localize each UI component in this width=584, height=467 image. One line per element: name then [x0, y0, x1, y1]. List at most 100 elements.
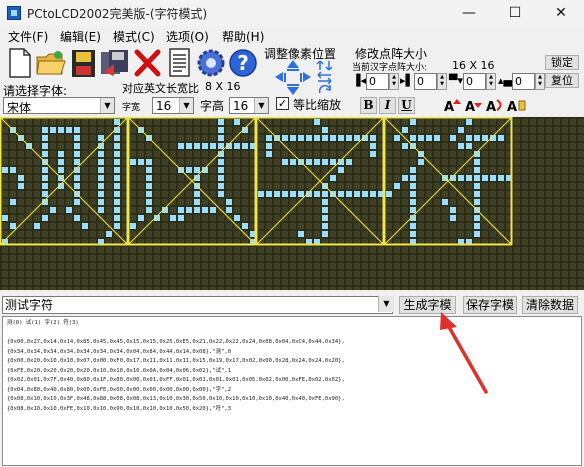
rotate-text-icon[interactable]: A: [485, 96, 505, 115]
spin-updown-icon[interactable]: ▲ ▼: [535, 73, 545, 90]
lcd-pixel-off: [234, 255, 240, 261]
lcd-pixel-off: [490, 255, 496, 261]
font-increase-icon[interactable]: A: [443, 96, 463, 115]
maximize-button[interactable]: ☐: [492, 0, 538, 26]
lcd-pixel-off: [362, 151, 368, 157]
bold-button[interactable]: B: [360, 97, 377, 114]
lcd-pixel-off: [194, 247, 200, 253]
lcd-pixel-off: [322, 247, 328, 253]
height-top-value[interactable]: 0: [463, 73, 486, 90]
lcd-pixel-off: [50, 143, 56, 149]
menu-mode[interactable]: 模式(C): [113, 28, 155, 45]
settings-gear-icon[interactable]: [195, 46, 228, 80]
chevron-down-icon[interactable]: ▼: [100, 98, 114, 113]
lcd-pixel-off: [274, 151, 280, 157]
lcd-pixel-off: [474, 263, 480, 269]
reset-button[interactable]: 复位: [545, 73, 579, 88]
char-height-select[interactable]: 16 ▼: [229, 97, 269, 114]
close-button[interactable]: ✕: [538, 0, 584, 26]
menu-options[interactable]: 选项(O): [166, 28, 209, 45]
input-dropdown[interactable]: ▼: [376, 296, 394, 314]
italic-button[interactable]: I: [379, 97, 396, 114]
width-left-value[interactable]: 0: [366, 73, 389, 90]
lcd-pixel-on: [234, 143, 240, 149]
lcd-pixel-off: [258, 207, 264, 213]
lcd-pixel-on: [114, 135, 120, 141]
delete-icon[interactable]: [131, 46, 164, 80]
spin-updown-icon[interactable]: ▲ ▼: [389, 73, 399, 90]
document-icon[interactable]: [163, 46, 196, 80]
lcd-pixel-off: [234, 191, 240, 197]
open-folder-icon[interactable]: [34, 46, 67, 80]
lcd-pixel-on: [434, 135, 440, 141]
lcd-pixel-off: [18, 255, 24, 261]
height-top-spinner[interactable]: ▀▾ 0 ▲ ▼: [449, 73, 499, 90]
lcd-pixel-off: [546, 279, 552, 285]
lcd-pixel-off: [442, 263, 448, 269]
lcd-pixel-off: [506, 279, 512, 285]
lcd-pixel-off: [570, 191, 576, 197]
menu-file[interactable]: 文件(F): [8, 28, 48, 45]
help-icon[interactable]: ?: [227, 46, 260, 80]
lcd-pixel-off: [314, 215, 320, 221]
lcd-pixel-off: [538, 255, 544, 261]
lcd-pixel-off: [146, 231, 152, 237]
output-line: {0x08,0x10,0x10,0xFE,0x10,0x10,0x90,0x10…: [7, 405, 232, 412]
lcd-pixel-off: [410, 159, 416, 165]
lcd-pixel-off: [514, 199, 520, 205]
chevron-down-icon[interactable]: ▼: [179, 98, 193, 113]
lcd-pixel-off: [66, 143, 72, 149]
save-as-icon[interactable]: [98, 46, 131, 80]
chevron-down-icon[interactable]: ▼: [254, 98, 268, 113]
font-family-select[interactable]: 宋体 ▼: [3, 97, 115, 115]
lock-button[interactable]: 锁定: [545, 55, 579, 70]
lcd-pixel-on: [410, 175, 416, 181]
width-left-spinner[interactable]: ▐◂ 0 ▲ ▼: [352, 73, 402, 90]
lcd-pixel-off: [578, 127, 584, 133]
lcd-pixel-off: [234, 175, 240, 181]
lcd-pixel-off: [394, 255, 400, 261]
clear-data-button[interactable]: 清除数据: [522, 296, 578, 314]
lcd-pixel-off: [482, 231, 488, 237]
lcd-pixel-off: [202, 279, 208, 285]
underline-button[interactable]: U: [398, 97, 415, 114]
lcd-pixel-off: [386, 287, 392, 290]
lcd-pixel-off: [178, 287, 184, 290]
move-down-icon[interactable]: [284, 83, 302, 96]
menu-help[interactable]: 帮助(H): [222, 28, 264, 45]
mirror-text-icon[interactable]: A: [506, 96, 526, 115]
lcd-pixel-off: [538, 247, 544, 253]
chevron-down-icon[interactable]: ▼: [378, 296, 394, 312]
lcd-pixel-off: [498, 271, 504, 277]
lcd-pixel-off: [514, 151, 520, 157]
lcd-pixel-off: [290, 119, 296, 125]
lcd-pixel-on: [178, 207, 184, 213]
font-decrease-icon[interactable]: A: [464, 96, 484, 115]
char-width-select[interactable]: 16 ▼: [152, 97, 194, 114]
svg-text:A: A: [486, 100, 496, 115]
lcd-pixel-on: [258, 191, 264, 197]
menu-edit[interactable]: 编辑(E): [60, 28, 101, 45]
lcd-pixel-off: [258, 143, 264, 149]
lcd-pixel-off: [570, 183, 576, 189]
lcd-pixel-off: [10, 207, 16, 213]
lcd-pixel-off: [490, 183, 496, 189]
new-file-icon[interactable]: [3, 46, 36, 80]
lcd-pixel-grid[interactable]: [0, 117, 584, 290]
minimize-button[interactable]: —: [446, 0, 492, 26]
height-bottom-spinner[interactable]: ▴▄ 0 ▲ ▼: [498, 73, 548, 90]
lcd-preview[interactable]: [0, 117, 584, 290]
width-right-spinner[interactable]: ▸▌ 0 ▲ ▼: [400, 73, 450, 90]
height-bottom-value[interactable]: 0: [512, 73, 535, 90]
lcd-pixel-off: [562, 183, 568, 189]
spin-updown-icon[interactable]: ▲ ▼: [437, 73, 447, 90]
width-right-value[interactable]: 0: [414, 73, 437, 90]
lcd-pixel-off: [234, 167, 240, 173]
lcd-pixel-off: [218, 247, 224, 253]
lcd-pixel-off: [138, 287, 144, 290]
text-input[interactable]: 测试字符: [2, 296, 393, 314]
spin-updown-icon[interactable]: ▲ ▼: [486, 73, 496, 90]
proportional-checkbox[interactable]: ✓: [276, 97, 289, 110]
save-disk-icon[interactable]: [67, 46, 100, 80]
rotate-icon[interactable]: [316, 83, 334, 96]
